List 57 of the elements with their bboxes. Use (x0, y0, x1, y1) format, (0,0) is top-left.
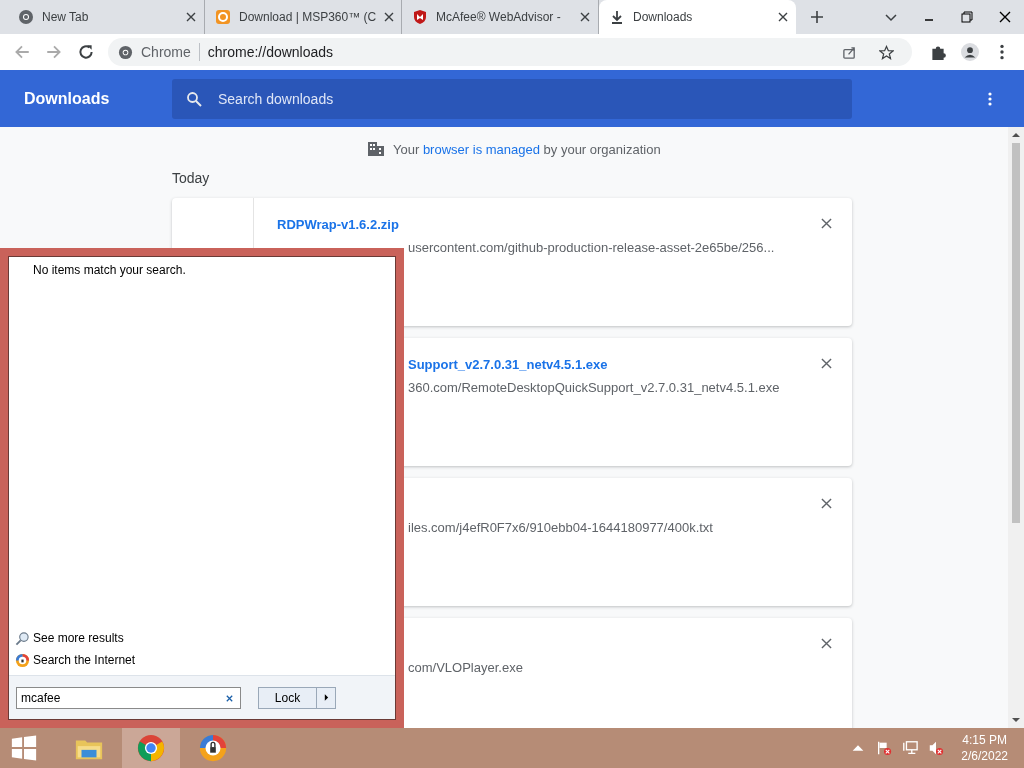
close-icon[interactable] (778, 12, 788, 22)
scrollbar[interactable] (1008, 127, 1024, 728)
power-options-button[interactable] (317, 687, 335, 708)
managed-notice: Your browser is managed by your organization (393, 141, 661, 157)
managed-link[interactable]: browser is managed (422, 141, 540, 157)
close-icon[interactable] (186, 12, 196, 22)
chrome-icon (118, 44, 133, 60)
search-icon (186, 90, 202, 107)
star-icon[interactable] (879, 44, 894, 60)
chrome-icon (136, 733, 166, 763)
close-icon[interactable] (580, 12, 590, 22)
start-menu-link[interactable]: Search the Internet (15, 649, 395, 671)
chrome-icon (18, 9, 34, 25)
source-url: com/VLOPlayer.exe (408, 660, 524, 675)
download-icon (609, 9, 625, 25)
source-url: iles.com/j4efR0F7x6/910ebb04-1644180977/400k.txt (408, 520, 714, 535)
address-bar[interactable]: Chrome chrome://downloads (108, 38, 912, 66)
source-url: 360.com/RemoteDesktopQuickSupport_v2.7.0.31_netv4.5.1.exe (408, 380, 781, 395)
reload-icon[interactable] (77, 43, 95, 61)
plus-icon[interactable] (810, 10, 824, 24)
speaker-muted-icon[interactable] (928, 740, 945, 756)
no-results-message: No items match your search. (33, 263, 187, 277)
restore-icon[interactable] (960, 10, 974, 24)
search-field[interactable]: Search downloads (172, 78, 852, 119)
flag-error-icon[interactable] (876, 740, 893, 756)
clock-date: 2/6/2022 (961, 748, 1008, 764)
profile-icon[interactable] (961, 43, 979, 61)
source-url: usercontent.com/github-production-release-asset-2e65be/256... (408, 240, 776, 255)
remove-icon[interactable] (821, 498, 832, 509)
remove-icon[interactable] (821, 358, 832, 369)
network-icon[interactable] (902, 740, 919, 756)
close-icon[interactable] (384, 12, 395, 22)
page-title: Downloads (24, 89, 111, 108)
lock-browser-icon (198, 733, 228, 763)
url-text: chrome://downloads (207, 44, 334, 60)
close-icon[interactable] (998, 10, 1012, 24)
caret-right-icon (323, 694, 329, 701)
lock-browser-icon (15, 652, 30, 668)
building-icon (367, 141, 385, 157)
lock-button[interactable]: Lock (259, 687, 317, 708)
browser-tab[interactable]: Downloads (599, 0, 796, 34)
file-name-link[interactable]: Support_v2.7.0.31_netv4.5.1.exe (408, 357, 608, 372)
windows-logo-icon[interactable] (10, 734, 38, 762)
share-icon[interactable] (842, 44, 857, 60)
remove-icon[interactable] (821, 638, 832, 649)
magnifier-icon (15, 630, 30, 646)
remove-icon[interactable] (821, 218, 832, 229)
start-menu-link[interactable]: See more results (15, 627, 395, 649)
file-name-link[interactable]: RDPWrap-v1.6.2.zip (277, 217, 399, 232)
scroll-up-icon[interactable] (1011, 132, 1021, 138)
clear-icon[interactable] (225, 693, 234, 703)
search-field[interactable]: mcafee (16, 686, 241, 709)
site-label: Chrome (141, 44, 191, 60)
date-heading: Today (172, 170, 211, 186)
clock-time: 4:15 PM (962, 732, 1007, 748)
scroll-down-icon[interactable] (1011, 717, 1021, 723)
shield-icon (412, 9, 428, 25)
